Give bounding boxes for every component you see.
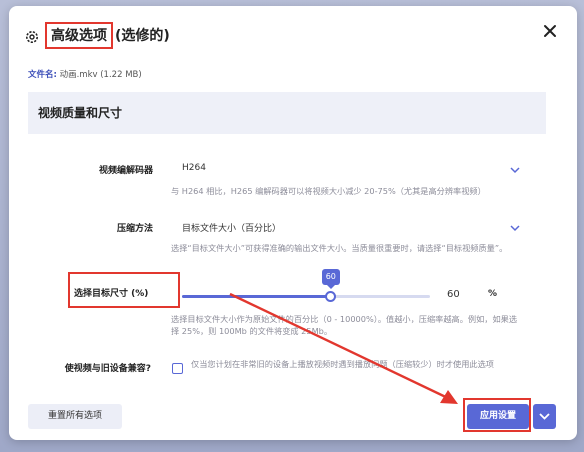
encoder-label: 视频编解码器 bbox=[98, 166, 153, 176]
compression-label: 压缩方法 bbox=[116, 224, 153, 234]
compression-hint: 选择“目标文件大小”可获得准确的输出文件大小。当质量很重要时，请选择“目标视频质… bbox=[171, 243, 508, 253]
target-size-label: 选择目标尺寸 (%) bbox=[74, 289, 149, 299]
close-icon[interactable] bbox=[540, 21, 560, 41]
dialog-title-sub: (选修的) bbox=[115, 28, 170, 44]
legacy-label: 使视频与旧设备兼容? bbox=[64, 364, 151, 374]
target-size-hint: 选择目标文件大小作为原始文件的百分比（0 - 10000%）。值越小，压缩率越高… bbox=[171, 314, 518, 336]
target-size-unit: % bbox=[488, 289, 498, 299]
file-value: 动画.mkv (1.22 MB) bbox=[59, 70, 142, 80]
compression-select[interactable]: 目标文件大小（百分比） bbox=[182, 221, 281, 234]
slider-fill bbox=[182, 295, 331, 298]
reset-button[interactable]: 重置所有选项 bbox=[28, 404, 122, 429]
slider-value-tooltip: 60 bbox=[321, 269, 340, 289]
encoder-hint: 与 H264 相比，H265 编解码器可以将视频大小减少 20-75%（尤其是高… bbox=[171, 186, 486, 196]
encoder-select[interactable]: H264 bbox=[182, 163, 206, 173]
chevron-down-icon[interactable] bbox=[509, 222, 521, 234]
target-size-value[interactable]: 60 bbox=[447, 289, 460, 300]
gear-icon bbox=[26, 31, 38, 43]
chevron-down-icon[interactable] bbox=[509, 164, 521, 176]
apply-dropdown-button[interactable] bbox=[533, 404, 556, 429]
chevron-down-icon bbox=[539, 413, 550, 420]
file-info: 文件名: 动画.mkv (1.22 MB) bbox=[28, 68, 142, 80]
dialog-title-main: 高级选项 bbox=[45, 22, 113, 49]
legacy-checkbox[interactable] bbox=[172, 363, 183, 374]
legacy-hint: 仅当您计划在非常旧的设备上播放视频时遇到播放问题（压缩较少）时才使用此选项 bbox=[191, 359, 494, 369]
section-title: 视频质量和尺寸 bbox=[38, 106, 123, 120]
dialog-title: 高级选项 (选修的) bbox=[45, 22, 170, 49]
apply-highlight bbox=[463, 398, 531, 432]
file-label: 文件名: bbox=[28, 70, 57, 80]
